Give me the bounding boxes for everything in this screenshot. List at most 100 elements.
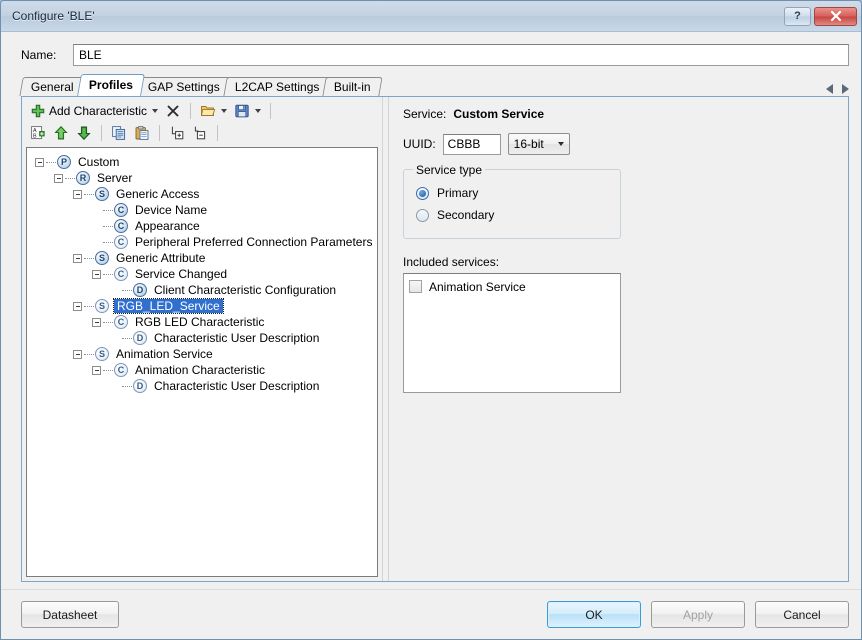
tree-expander-collapse-icon[interactable] xyxy=(54,173,63,183)
tree-node-label[interactable]: RGB_LED_Service xyxy=(113,298,224,314)
tree-node[interactable]: S RGB_LED_Service xyxy=(27,298,377,314)
tree-node[interactable]: S Generic Attribute xyxy=(27,250,377,266)
tree-node[interactable]: S Generic Access xyxy=(27,186,377,202)
tree-node-label[interactable]: Client Characteristic Configuration xyxy=(152,283,338,297)
tab-l2cap-settings[interactable]: L2CAP Settings xyxy=(222,77,331,96)
name-input[interactable] xyxy=(73,43,849,66)
tab-gap-settings[interactable]: GAP Settings xyxy=(136,77,232,96)
tree-expander-collapse-icon[interactable] xyxy=(73,189,82,199)
help-button[interactable]: ? xyxy=(784,6,811,26)
delete-button[interactable] xyxy=(163,101,183,121)
tree-node-label[interactable]: Appearance xyxy=(133,219,202,233)
tree-node[interactable]: C Appearance xyxy=(27,218,377,234)
tree-connector xyxy=(103,321,113,323)
profile-tree-pane: Add Characteristic A B P Custom R Server… xyxy=(22,97,382,581)
uuid-input[interactable] xyxy=(442,133,501,155)
uuid-size-select[interactable]: 16-bit xyxy=(507,133,570,155)
tree-expander-collapse-icon[interactable] xyxy=(73,349,82,359)
tree-expander-collapse-icon[interactable] xyxy=(92,317,101,327)
list-item[interactable]: Animation Service xyxy=(409,278,615,295)
open-button[interactable] xyxy=(198,101,229,121)
tree-node-label[interactable]: Generic Access xyxy=(114,187,201,201)
svg-text:B: B xyxy=(33,133,37,139)
add-characteristic-button[interactable]: Add Characteristic xyxy=(28,101,160,121)
tree-node[interactable]: C Peripheral Preferred Connection Paramet… xyxy=(27,234,377,250)
tree-connector xyxy=(103,209,113,211)
tree-node[interactable]: S Animation Service xyxy=(27,346,377,362)
tree-node-label[interactable]: Custom xyxy=(76,155,121,169)
close-button[interactable] xyxy=(814,6,857,26)
radio-primary[interactable] xyxy=(416,186,429,200)
tree-node[interactable]: D Client Characteristic Configuration xyxy=(27,282,377,298)
tree-node-label[interactable]: Peripheral Preferred Connection Paramete… xyxy=(133,235,374,249)
tree-node[interactable]: C RGB LED Characteristic xyxy=(27,314,377,330)
tree-expander-collapse-icon[interactable] xyxy=(73,253,82,263)
save-button[interactable] xyxy=(232,101,263,121)
tab-profiles[interactable]: Profiles xyxy=(76,74,145,96)
tree-expander-collapse-icon[interactable] xyxy=(35,157,44,167)
expand-all-button[interactable] xyxy=(167,123,187,143)
tree-expander-collapse-icon[interactable] xyxy=(92,365,101,375)
tree-node[interactable]: P Custom xyxy=(27,154,377,170)
included-services-list[interactable]: Animation Service xyxy=(403,273,621,393)
service-type-secondary-row[interactable]: Secondary xyxy=(416,204,608,226)
tree-node[interactable]: R Server xyxy=(27,170,377,186)
tab-general-label: General xyxy=(30,80,74,94)
datasheet-button[interactable]: Datasheet xyxy=(21,601,119,628)
ok-button[interactable]: OK xyxy=(547,601,641,628)
title-bar: Configure 'BLE' ? xyxy=(1,1,861,32)
chevron-down-icon[interactable] xyxy=(255,109,262,113)
tab-nav xyxy=(826,84,849,94)
tree-node-label[interactable]: Server xyxy=(95,171,134,185)
paste-button[interactable] xyxy=(132,123,152,143)
cancel-button[interactable]: Cancel xyxy=(755,601,849,628)
service-type-primary-row[interactable]: Primary xyxy=(416,182,608,204)
window-controls: ? xyxy=(784,6,857,26)
tree-node-label[interactable]: Generic Attribute xyxy=(114,251,207,265)
tree-node-label[interactable]: Device Name xyxy=(133,203,209,217)
apply-button[interactable]: Apply xyxy=(651,601,745,628)
tree-node-label[interactable]: Characteristic User Description xyxy=(152,331,321,345)
move-up-button[interactable] xyxy=(51,123,71,143)
tree-node-label[interactable]: Animation Characteristic xyxy=(133,363,267,377)
chevron-down-icon[interactable] xyxy=(152,109,159,113)
rename-button[interactable]: A B xyxy=(28,123,48,143)
chevron-down-icon[interactable] xyxy=(221,109,228,113)
tree-node[interactable]: C Animation Characteristic xyxy=(27,362,377,378)
included-service-checkbox[interactable] xyxy=(409,280,422,293)
tree-node[interactable]: D Characteristic User Description xyxy=(27,330,377,346)
tree-node[interactable]: C Service Changed xyxy=(27,266,377,282)
profile-tree[interactable]: P Custom R Server S Generic Access C Device Nam… xyxy=(26,147,378,577)
tab-general[interactable]: General xyxy=(19,77,86,96)
collapse-all-button[interactable] xyxy=(190,123,210,143)
tree-expander-collapse-icon[interactable] xyxy=(73,301,82,311)
tab-scroll-left-icon[interactable] xyxy=(826,84,833,94)
tree-node-label[interactable]: Characteristic User Description xyxy=(152,379,321,393)
tree-node-label[interactable]: RGB LED Characteristic xyxy=(133,315,266,329)
tree-connector xyxy=(103,225,113,227)
tree-node[interactable]: D Characteristic User Description xyxy=(27,378,377,394)
tab-l2cap-settings-label: L2CAP Settings xyxy=(234,80,319,94)
tree-node-label[interactable]: Animation Service xyxy=(114,347,215,361)
tree-expander-collapse-icon[interactable] xyxy=(92,269,101,279)
tree-node-type-s-icon: S xyxy=(95,251,109,265)
tree-node-type-d-icon: D xyxy=(133,331,147,345)
window-title: Configure 'BLE' xyxy=(12,9,95,23)
pane-splitter[interactable] xyxy=(382,97,389,581)
tab-strip: General Profiles GAP Settings L2CAP Sett… xyxy=(19,74,849,96)
tree-connector xyxy=(84,193,94,195)
tree-connector xyxy=(122,289,132,291)
radio-secondary[interactable] xyxy=(416,208,429,222)
included-service-label: Animation Service xyxy=(429,279,526,294)
tree-node-type-c-icon: C xyxy=(114,219,128,233)
tab-scroll-right-icon[interactable] xyxy=(842,84,849,94)
move-down-button[interactable] xyxy=(74,123,94,143)
tree-node-label[interactable]: Service Changed xyxy=(133,267,229,281)
copy-button[interactable] xyxy=(109,123,129,143)
tree-node[interactable]: C Device Name xyxy=(27,202,377,218)
collapse-all-icon xyxy=(194,126,206,140)
uuid-size-value: 16-bit xyxy=(513,137,544,151)
tab-built-in[interactable]: Built-in xyxy=(322,77,383,96)
